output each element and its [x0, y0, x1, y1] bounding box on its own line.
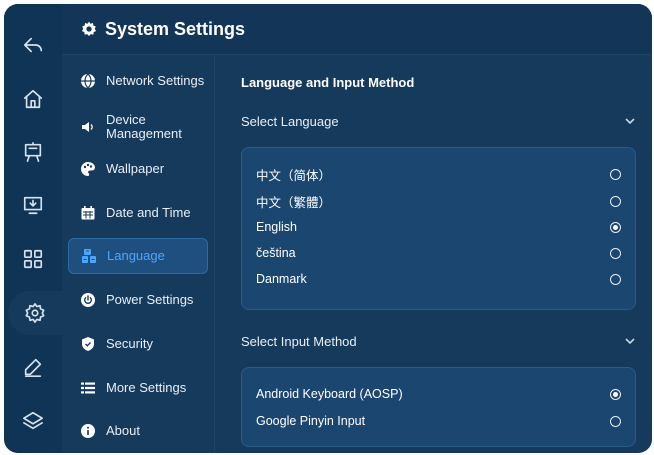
- menu-item-network-settings[interactable]: Network Settings: [68, 63, 208, 99]
- language-option-czech[interactable]: čeština: [256, 240, 621, 266]
- chevron-down-icon: [625, 118, 635, 125]
- radio-button[interactable]: [610, 273, 621, 285]
- settings-button[interactable]: [8, 291, 62, 335]
- menu-item-more-settings[interactable]: More Settings: [68, 370, 208, 406]
- annotate-button[interactable]: [4, 345, 62, 389]
- select-input-method-label: Select Input Method: [241, 333, 357, 349]
- language-option-zh-hans[interactable]: 中文（简体）: [256, 161, 621, 187]
- layers-button[interactable]: [4, 399, 62, 443]
- whiteboard-button[interactable]: [4, 130, 62, 174]
- content-panel: Language and Input Method Select Languag…: [215, 55, 652, 453]
- language-option-zh-hant[interactable]: 中文（繁體）: [256, 188, 621, 214]
- speaker-icon: [80, 119, 96, 135]
- screen-download-button[interactable]: [4, 183, 62, 227]
- language-option-english[interactable]: English: [256, 214, 621, 240]
- pen-icon: [24, 358, 42, 377]
- menu-item-wallpaper[interactable]: Wallpaper: [68, 151, 208, 187]
- home-button[interactable]: [4, 77, 62, 121]
- monitor-download-icon: [23, 196, 43, 215]
- radio-button-selected[interactable]: [610, 388, 621, 400]
- radio-button[interactable]: [610, 247, 621, 259]
- menu-item-security[interactable]: Security: [68, 326, 208, 362]
- info-icon: [80, 423, 96, 439]
- left-rail: [4, 4, 62, 453]
- radio-button[interactable]: [610, 415, 621, 427]
- shield-icon: [80, 336, 96, 352]
- chevron-down-icon: [625, 338, 635, 345]
- page-title: System Settings: [105, 18, 246, 39]
- language-options-card: 中文（简体） 中文（繁體） English čeština Danmark: [241, 147, 636, 310]
- back-icon: [23, 37, 43, 53]
- select-language-label: Select Language: [241, 113, 339, 129]
- back-button[interactable]: [4, 23, 62, 67]
- menu-item-about[interactable]: About: [68, 413, 208, 449]
- input-option-android-keyboard[interactable]: Android Keyboard (AOSP): [256, 381, 621, 407]
- radio-button[interactable]: [610, 195, 621, 207]
- easel-icon: [24, 142, 42, 162]
- home-icon: [23, 89, 43, 109]
- radio-button[interactable]: [610, 168, 621, 180]
- select-input-method-dropdown[interactable]: Select Input Method: [241, 329, 636, 353]
- menu-item-language[interactable]: Language: [68, 238, 208, 274]
- palette-icon: [80, 161, 96, 177]
- header-bar: System Settings: [62, 4, 652, 55]
- calendar-icon: [80, 205, 96, 221]
- input-option-google-pinyin[interactable]: Google Pinyin Input: [256, 408, 621, 434]
- globe-icon: [80, 73, 96, 89]
- input-method-options-card: Android Keyboard (AOSP) Google Pinyin In…: [241, 367, 636, 447]
- language-icon: [81, 248, 97, 264]
- radio-button-selected[interactable]: [610, 221, 621, 233]
- settings-menu: Network Settings Device Management Wallp…: [62, 55, 215, 453]
- select-language-dropdown[interactable]: Select Language: [241, 109, 636, 133]
- power-icon: [80, 292, 96, 308]
- apps-grid-icon: [23, 249, 43, 269]
- menu-item-device-management[interactable]: Device Management: [68, 107, 208, 147]
- apps-button[interactable]: [4, 237, 62, 281]
- menu-item-date-and-time[interactable]: Date and Time: [68, 195, 208, 231]
- settings-gear-icon: [25, 303, 45, 323]
- menu-item-power-settings[interactable]: Power Settings: [68, 282, 208, 318]
- section-title: Language and Input Method: [241, 75, 415, 90]
- layers-icon: [23, 411, 43, 430]
- language-option-danish[interactable]: Danmark: [256, 266, 621, 292]
- settings-window: System Settings Network Settings Device …: [4, 4, 652, 453]
- list-icon: [80, 380, 96, 396]
- gear-icon: [81, 21, 97, 36]
